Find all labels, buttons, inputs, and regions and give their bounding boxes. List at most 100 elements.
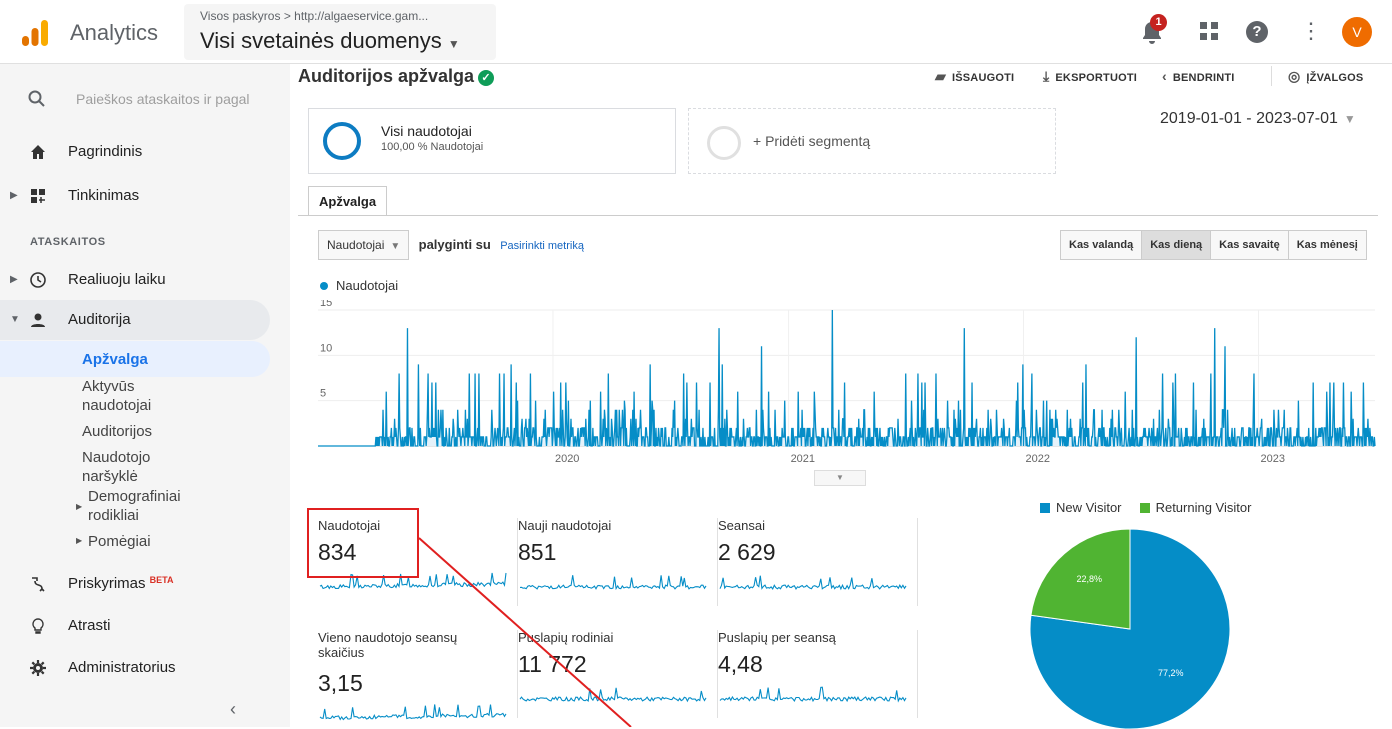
notifications-button[interactable]: 1 [1138, 14, 1168, 46]
date-range-picker[interactable]: 2019-01-01 - 2023-07-01 ▼ [1160, 110, 1356, 128]
collapse-arrow-icon: ▼ [10, 314, 20, 325]
sidebar-item-realtime[interactable]: ▶ Realiuoju laiku [0, 260, 290, 300]
metric-card: Puslapių rodiniai 11 772 [518, 630, 718, 718]
segment-subtitle: 100,00 % Naudotojai [381, 141, 484, 153]
dashboard-icon [31, 189, 45, 203]
empty-segment-ring-icon [707, 126, 741, 160]
toolbar-divider [1271, 66, 1272, 86]
granularity-daily[interactable]: Kas dieną [1142, 231, 1212, 259]
sidebar-item-home[interactable]: Pagrindinis [0, 132, 290, 172]
sidebar-subitem-interests[interactable]: Pomėgiai [88, 532, 151, 551]
series-area [318, 310, 1375, 446]
save-label: IŠSAUGOTI [951, 72, 1015, 84]
insights-button[interactable]: ◎ ĮŽVALGOS [1288, 68, 1363, 85]
segment-all-users[interactable]: Visi naudotojai 100,00 % Naudotojai [308, 108, 676, 174]
pie-legend: New Visitor Returning Visitor [1040, 500, 1251, 515]
tab-overview[interactable]: Apžvalga [308, 186, 388, 216]
sidebar-subitem-user-explorer[interactable]: Naudotojo naršyklė [82, 448, 192, 486]
help-icon[interactable]: ? [1246, 21, 1268, 43]
x-tick-label: 2022 [1026, 453, 1050, 465]
save-button[interactable]: ▰ IŠSAUGOTI [935, 68, 1014, 85]
verified-check-icon: ✓ [478, 70, 495, 86]
sparkline-path [719, 575, 907, 591]
metric-card: Nauji naudotojai 851 [518, 518, 718, 606]
view-selector[interactable]: Visi svetainės duomenys ▼ [200, 28, 460, 54]
metric-value: 4,48 [718, 651, 763, 677]
sidebar-subitem-overview[interactable]: Apžvalga [82, 350, 148, 369]
highlight-box [307, 508, 419, 578]
expand-arrow-icon: ▶ [10, 274, 18, 285]
sidebar: Paieškos ataskaitos ir pagal Pagrindinis… [0, 64, 290, 727]
attribution-label: Priskyrimas [68, 575, 146, 592]
metric-select-value: Naudotojai [327, 238, 385, 252]
chart-scroll-handle[interactable]: ▼ [814, 470, 866, 486]
sparkline-path [519, 687, 707, 703]
chevron-down-icon: ▼ [390, 241, 401, 252]
sidebar-subitem-active-users[interactable]: Aktyvūs naudotojai [82, 377, 202, 415]
metric-card: Puslapių per seansą 4,48 [718, 630, 918, 718]
x-tick-label: 2021 [791, 453, 815, 465]
share-button[interactable]: ‹ BENDRINTI [1162, 68, 1235, 84]
sidebar-item-attribution[interactable]: Priskyrimas BETA [0, 564, 290, 604]
metric-card: Seansai 2 629 [718, 518, 918, 606]
series-line-naudotojai [318, 309, 1376, 447]
sidebar-item-label: Tinkinimas [68, 187, 140, 204]
sidebar-item-label: Pagrindinis [68, 143, 143, 160]
legend-swatch-returning [1139, 503, 1150, 513]
collapse-sidebar-icon[interactable]: ‹ [230, 699, 236, 720]
legend-label: Naudotojai [336, 278, 399, 293]
granularity-weekly[interactable]: Kas savaitę [1211, 231, 1289, 259]
metric-label: Puslapių rodiniai [518, 630, 614, 645]
metric-card: Vieno naudotojo seansų skaičius 3,15 [318, 630, 518, 721]
avatar[interactable]: V [1342, 17, 1372, 47]
sidebar-item-customization[interactable]: ▶ Tinkinimas [0, 176, 290, 216]
sidebar-item-admin[interactable]: Administratorius [0, 648, 290, 688]
sparkline-path [519, 575, 707, 591]
page-title-text: Auditorijos apžvalga [298, 66, 475, 86]
y-tick-label: 10 [320, 342, 332, 354]
more-vert-icon[interactable]: ⋮ [1300, 18, 1322, 44]
compare-label: palyginti su [418, 237, 491, 252]
expand-arrow-icon: ▶ [10, 190, 18, 201]
metric-sparkline [719, 575, 907, 591]
metric-value: 2 629 [718, 539, 776, 565]
sidebar-item-label: Priskyrimas BETA [68, 575, 174, 592]
y-tick-label: 15 [320, 300, 332, 309]
sidebar-item-discover[interactable]: Atrasti [0, 606, 290, 646]
account-selector[interactable]: Visos paskyros > http://algaeservice.gam… [184, 4, 496, 60]
line-chart: 5 10 15 2020 2021 2022 2023 [318, 300, 1376, 465]
add-segment-button[interactable]: + Pridėti segmentą [688, 108, 1056, 174]
sidebar-item-audience[interactable]: ▼ Auditorija [0, 300, 270, 340]
share-icon: ‹ [1162, 68, 1167, 84]
choose-metric-link[interactable]: Pasirinkti metriką [500, 240, 584, 252]
add-segment-label: + Pridėti segmentą [753, 133, 871, 149]
x-tick-label: 2023 [1260, 453, 1284, 465]
granularity-monthly[interactable]: Kas mėnesį [1288, 231, 1366, 259]
export-button[interactable]: ⤓ EKSPORTUOTI [1043, 68, 1137, 85]
metric-value: 11 772 [518, 651, 587, 677]
app-title: Analytics [70, 20, 159, 45]
report-search[interactable]: Paieškos ataskaitos ir pagal [0, 64, 290, 128]
search-input[interactable]: Paieškos ataskaitos ir pagal [76, 91, 250, 107]
notification-badge: 1 [1150, 14, 1167, 31]
sidebar-subitem-audiences[interactable]: Auditorijos [82, 422, 152, 441]
metric-select[interactable]: Naudotojai ▼ [318, 230, 410, 260]
chart-controls: Naudotojai ▼ palyginti su Pasirinkti metr… [318, 230, 584, 260]
attribution-icon [32, 577, 45, 592]
metric-label: Puslapių per seansą [718, 630, 836, 645]
beta-badge: BETA [149, 575, 174, 585]
sidebar-subitem-demographics[interactable]: Demografiniai rodikliai [88, 487, 218, 525]
main-content: Auditorijos apžvalga ✓ ▰ IŠSAUGOTI ⤓ EKSPOR… [290, 64, 1392, 729]
metric-value: 851 [518, 539, 557, 565]
top-bar: Analytics Visos paskyros > http://algaes… [0, 0, 1392, 64]
metric-label: Seansai [718, 518, 765, 533]
sidebar-item-label: Auditorija [68, 311, 131, 328]
account-breadcrumb[interactable]: Visos paskyros > http://algaeservice.gam… [200, 9, 428, 23]
granularity-buttons: Kas valandą Kas dieną Kas savaitę Kas mė… [1060, 230, 1367, 260]
granularity-hourly[interactable]: Kas valandą [1061, 231, 1143, 259]
expand-arrow-icon: ▶ [76, 536, 83, 545]
gear-icon [30, 660, 46, 676]
analytics-logo-icon[interactable] [20, 18, 50, 48]
apps-grid-icon[interactable] [1200, 22, 1218, 40]
metric-value: 3,15 [318, 670, 363, 696]
